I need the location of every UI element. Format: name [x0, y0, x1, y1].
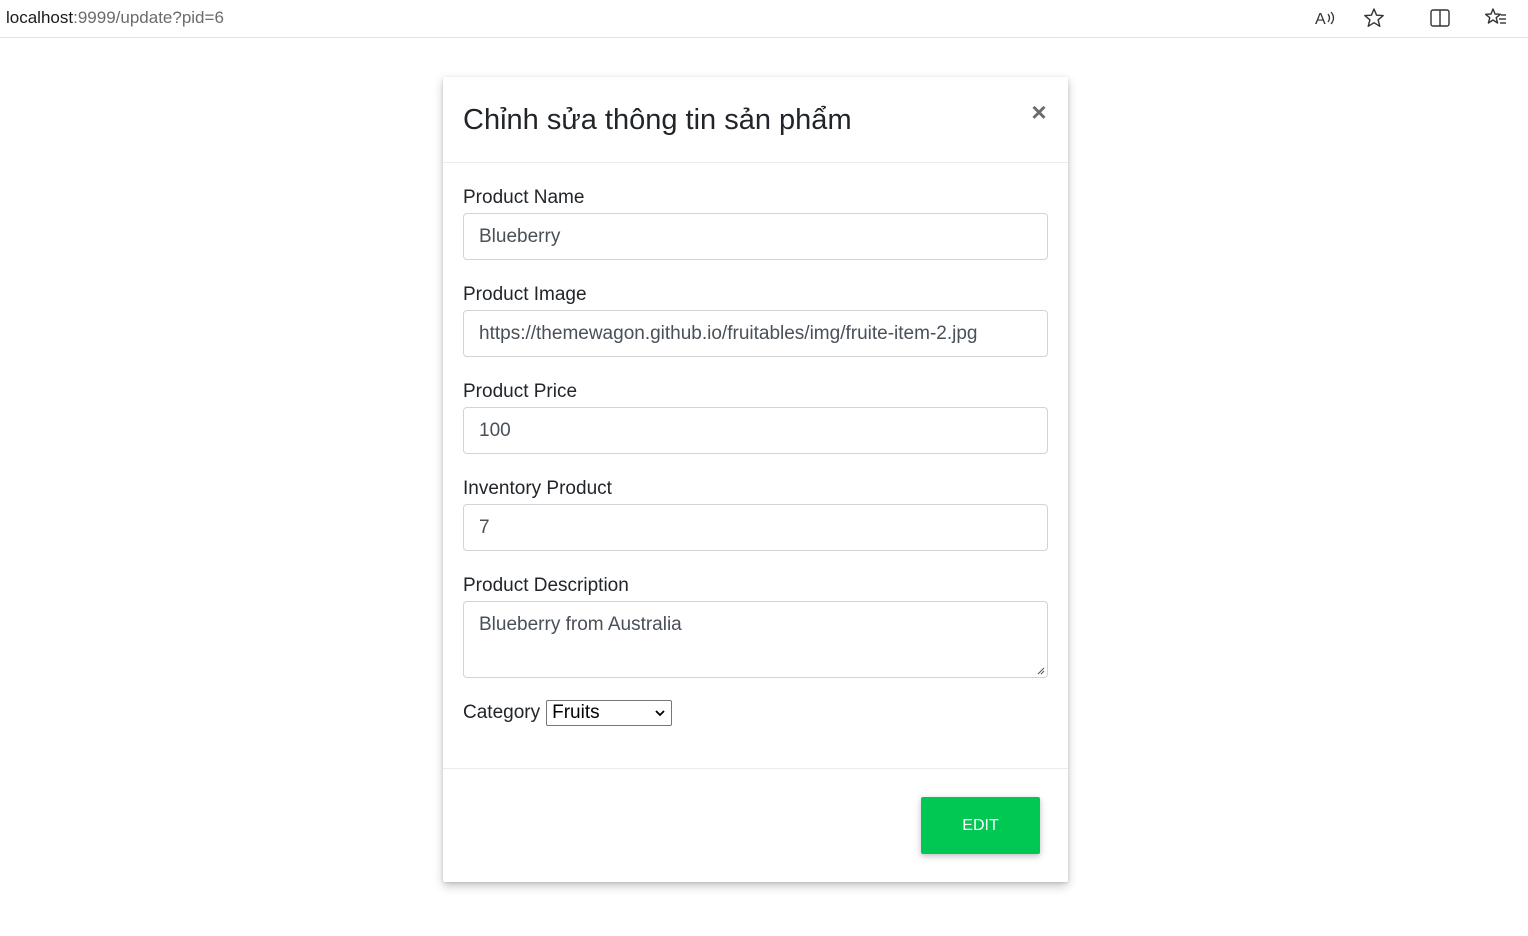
browser-address-bar: localhost:9999/update?pid=6 A [0, 0, 1528, 38]
category-row: Category Fruits [463, 699, 673, 727]
modal-title: Chỉnh sửa thông tin sản phẩm [463, 104, 852, 136]
product-description-label: Product Description [463, 575, 629, 596]
close-icon[interactable]: × [1027, 97, 1051, 127]
category-selected-value: Fruits [552, 702, 600, 723]
svg-text:A: A [1315, 11, 1326, 28]
product-image-input[interactable]: https://themewagon.github.io/fruitables/… [463, 310, 1048, 357]
edit-button[interactable]: EDIT [921, 797, 1040, 854]
read-aloud-icon[interactable]: A [1312, 6, 1338, 30]
chevron-down-icon [655, 710, 665, 717]
edit-product-modal: Chỉnh sửa thông tin sản phẩm × Product N… [443, 77, 1068, 882]
favorite-star-icon[interactable] [1361, 6, 1387, 30]
url-path: :9999/update?pid=6 [73, 8, 224, 27]
address-bar-tools: A [1300, 0, 1408, 36]
product-name-label: Product Name [463, 187, 585, 208]
product-price-input[interactable]: 100 [463, 407, 1048, 454]
product-image-label: Product Image [463, 284, 587, 305]
product-description-textarea[interactable]: Blueberry from Australia [463, 601, 1048, 678]
product-description-value: Blueberry from Australia [479, 614, 682, 635]
inventory-product-label: Inventory Product [463, 478, 612, 499]
product-name-input[interactable]: Blueberry [463, 213, 1048, 260]
modal-footer: EDIT [443, 768, 1068, 882]
category-label: Category [463, 702, 541, 723]
resize-grip-icon[interactable] [1036, 666, 1045, 675]
url-field[interactable]: localhost:9999/update?pid=6 [6, 8, 224, 28]
favorites-list-icon[interactable] [1483, 6, 1509, 30]
modal-header: Chỉnh sửa thông tin sản phẩm × [443, 77, 1068, 163]
split-screen-icon[interactable] [1427, 6, 1453, 30]
product-price-label: Product Price [463, 381, 578, 402]
category-select[interactable]: Fruits [546, 700, 673, 726]
url-host: localhost [6, 8, 74, 27]
inventory-product-input[interactable]: 7 [463, 504, 1048, 551]
